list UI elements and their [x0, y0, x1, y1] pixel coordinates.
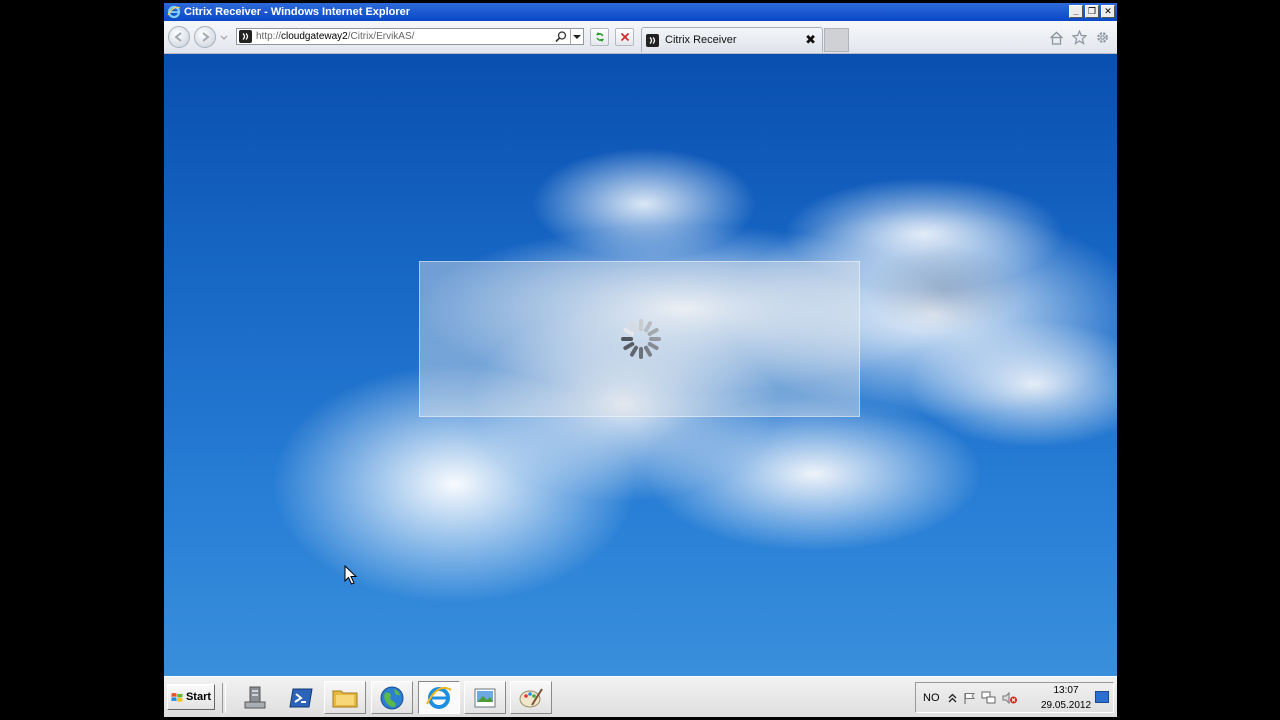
volume-muted-icon[interactable]: [1002, 691, 1018, 705]
citrix-receiver-icon: [649, 36, 656, 44]
paint-palette-icon: [519, 687, 543, 707]
minimize-icon: _: [1073, 6, 1079, 16]
url-path: /Citrix/ErvikAS/: [347, 31, 415, 42]
maximize-button[interactable]: ❐: [1085, 5, 1099, 18]
tab-label: Citrix Receiver: [665, 34, 737, 46]
back-arrow-icon: [174, 32, 182, 42]
start-button[interactable]: Start: [167, 684, 215, 710]
clock-time[interactable]: 13:07: [1044, 685, 1088, 696]
language-indicator[interactable]: NO: [923, 692, 940, 704]
stop-button[interactable]: [615, 28, 634, 46]
taskbar: Start NO 13:07 29.05.2012: [164, 676, 1117, 717]
desktop-screen: Citrix Receiver - Windows Internet Explo…: [164, 3, 1117, 717]
restore-icon: ❐: [1087, 6, 1097, 16]
star-icon: [1072, 30, 1087, 45]
window-title: Citrix Receiver - Windows Internet Explo…: [184, 6, 411, 18]
url-prefix: http://: [256, 31, 282, 42]
back-button[interactable]: [168, 26, 190, 48]
address-dropdown-button[interactable]: [570, 29, 583, 44]
window-title-bar[interactable]: Citrix Receiver - Windows Internet Explo…: [164, 3, 1117, 21]
tools-button[interactable]: [1094, 29, 1111, 46]
browser-navigation-bar: http://cloudgateway2/Citrix/ErvikAS/ Cit…: [164, 21, 1117, 54]
internet-explorer-icon: [167, 5, 181, 19]
gear-icon: [1097, 32, 1108, 43]
taskbar-separator: [222, 683, 226, 713]
address-bar[interactable]: http://cloudgateway2/Citrix/ErvikAS/: [236, 28, 584, 45]
cloud-background-image: [864, 244, 1024, 334]
taskbar-network[interactable]: [371, 681, 413, 714]
show-hidden-icons-icon[interactable]: [948, 693, 957, 703]
url-host: cloudgateway2: [281, 31, 348, 42]
loading-spinner-icon: [621, 319, 661, 359]
server-manager-icon: [244, 686, 266, 708]
page-content: [164, 54, 1117, 676]
citrix-receiver-icon: [242, 33, 249, 40]
history-dropdown-icon[interactable]: [220, 35, 228, 41]
taskbar-picture-viewer[interactable]: [464, 681, 506, 714]
url-text[interactable]: http://cloudgateway2/Citrix/ErvikAS/: [256, 31, 414, 42]
favorites-button[interactable]: [1071, 29, 1088, 46]
minimize-button[interactable]: _: [1069, 5, 1083, 18]
start-label: Start: [185, 691, 212, 703]
internet-explorer-icon: [426, 686, 452, 709]
clock-date[interactable]: 29.05.2012: [1034, 700, 1098, 711]
forward-arrow-icon: [202, 32, 210, 42]
new-tab-button[interactable]: [824, 28, 849, 52]
windows-logo-icon: [171, 692, 183, 702]
citrix-favicon: [239, 30, 252, 43]
picture-viewer-icon: [474, 688, 496, 707]
home-icon: [1050, 31, 1063, 45]
tab-favicon: [646, 33, 659, 47]
powershell-icon: [289, 688, 313, 707]
refresh-icon: [595, 32, 604, 42]
taskbar-internet-explorer[interactable]: [418, 681, 460, 714]
tab-close-button[interactable]: ✖: [805, 32, 816, 48]
show-desktop-button[interactable]: [1095, 691, 1109, 703]
chevron-down-icon: [573, 34, 581, 39]
stop-icon: [620, 32, 629, 42]
network-icon[interactable]: [981, 691, 997, 705]
search-icon[interactable]: [554, 30, 568, 44]
globe-icon: [380, 686, 404, 709]
close-window-button[interactable]: ✕: [1101, 5, 1115, 18]
forward-button[interactable]: [194, 26, 216, 48]
tab-citrix-receiver[interactable]: Citrix Receiver ✖: [641, 27, 823, 52]
notification-area: NO 13:07 29.05.2012: [915, 682, 1114, 713]
close-icon: ✕: [1104, 6, 1112, 16]
action-center-flag-icon[interactable]: [962, 691, 976, 705]
home-button[interactable]: [1048, 29, 1065, 46]
mouse-cursor-icon: [344, 565, 358, 585]
refresh-button[interactable]: [590, 28, 609, 46]
folder-icon: [332, 690, 358, 707]
loading-panel: [419, 261, 860, 417]
taskbar-paint[interactable]: [510, 681, 552, 714]
taskbar-file-explorer[interactable]: [324, 681, 366, 714]
taskbar-server-manager[interactable]: [234, 681, 276, 714]
taskbar-powershell[interactable]: [280, 681, 322, 714]
